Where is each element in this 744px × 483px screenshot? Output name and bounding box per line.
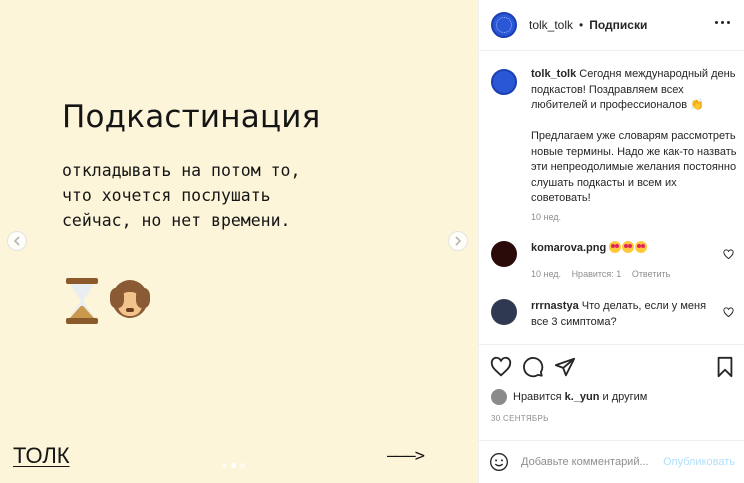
- comment-like-icon[interactable]: [723, 249, 734, 260]
- liker-username[interactable]: k._yun: [565, 391, 600, 403]
- comment-username[interactable]: rrrnastya: [531, 300, 579, 312]
- slide-title: Подкастинация: [62, 99, 321, 135]
- smiley-icon[interactable]: [489, 452, 509, 472]
- comment: komarova.png: [531, 241, 719, 257]
- comment-like-icon[interactable]: [723, 307, 734, 318]
- comment-age: 10 нед.: [531, 269, 562, 279]
- carousel-dot: [240, 463, 245, 468]
- post-header: tolk_tolk • Подписки: [479, 0, 744, 51]
- carousel-dot: [222, 463, 227, 468]
- header-username[interactable]: tolk_tolk: [529, 18, 573, 32]
- comment-input[interactable]: [521, 456, 664, 468]
- avatar[interactable]: [491, 12, 517, 38]
- carousel-dots: [222, 463, 245, 468]
- heart-eyes-emoji-icon: [609, 241, 622, 253]
- heart-eyes-emoji-icon: [622, 241, 635, 253]
- action-bar: [479, 344, 744, 386]
- liker-avatar[interactable]: [491, 389, 507, 405]
- comment-icon[interactable]: [522, 356, 544, 378]
- carousel-dot-active: [231, 463, 236, 468]
- slide-subtitle-line: что хочется послушать: [62, 186, 271, 205]
- comment-likes[interactable]: Нравится: 1: [572, 269, 622, 279]
- caption-avatar[interactable]: [491, 69, 517, 95]
- more-horizontal-icon[interactable]: [715, 21, 730, 24]
- caption-meta: 10 нед.: [531, 212, 569, 222]
- caption-username[interactable]: tolk_tolk: [531, 68, 576, 80]
- caption-age: 10 нед.: [531, 212, 562, 222]
- post-date: 30 СЕНТЯБРЬ: [491, 414, 549, 423]
- carousel-next-button[interactable]: [448, 231, 468, 251]
- arrow-graphic: ———>: [387, 446, 425, 466]
- heart-eyes-emoji-icon: [635, 241, 648, 253]
- comment-avatar[interactable]: [491, 241, 517, 267]
- hourglass-icon: [64, 278, 100, 324]
- clapping-hands-icon: 👏: [690, 99, 704, 111]
- separator-dot: •: [579, 18, 584, 32]
- carousel-prev-button[interactable]: [7, 231, 27, 251]
- heart-icon[interactable]: [490, 356, 512, 378]
- comments-list: tolk_tolk Сегодня международный день под…: [479, 51, 744, 344]
- comment-avatar[interactable]: [491, 299, 517, 325]
- caption: tolk_tolk Сегодня международный день под…: [531, 67, 737, 207]
- post-sidebar: tolk_tolk • Подписки tolk_tolk Сегодня м…: [478, 0, 744, 483]
- likes-prefix: Нравится: [513, 391, 562, 403]
- caption-text-2: Предлагаем уже словарям рассмотреть новы…: [531, 130, 737, 204]
- comment: rrrnastya Что делать, если у меня все 3 …: [531, 299, 719, 330]
- publish-button[interactable]: Опубликовать: [663, 456, 735, 468]
- add-comment-bar: Опубликовать: [479, 440, 744, 483]
- comment-meta: 10 нед. Нравится: 1 Ответить: [531, 269, 678, 279]
- paper-plane-icon[interactable]: [554, 356, 576, 378]
- emoji-row: [64, 278, 154, 324]
- slide-subtitle-line: сейчас, но нет времени.: [62, 211, 291, 230]
- following-button[interactable]: Подписки: [589, 18, 647, 32]
- see-no-evil-monkey-icon: [106, 278, 154, 324]
- comment-username[interactable]: komarova.png: [531, 242, 606, 254]
- bookmark-icon[interactable]: [714, 356, 736, 378]
- likes-suffix[interactable]: и другим: [603, 391, 648, 403]
- brand-logo: ТОЛК: [13, 443, 70, 468]
- likes-summary: Нравится k._yun и другим: [491, 389, 647, 405]
- post-image[interactable]: Подкастинация откладывать на потом то, ч…: [0, 0, 478, 483]
- reply-button[interactable]: Ответить: [632, 269, 670, 279]
- chevron-right-icon: [455, 236, 462, 246]
- chevron-left-icon: [13, 236, 20, 246]
- slide-subtitle-line: откладывать на потом то,: [62, 161, 301, 180]
- slide-subtitle: откладывать на потом то, что хочется пос…: [62, 158, 362, 233]
